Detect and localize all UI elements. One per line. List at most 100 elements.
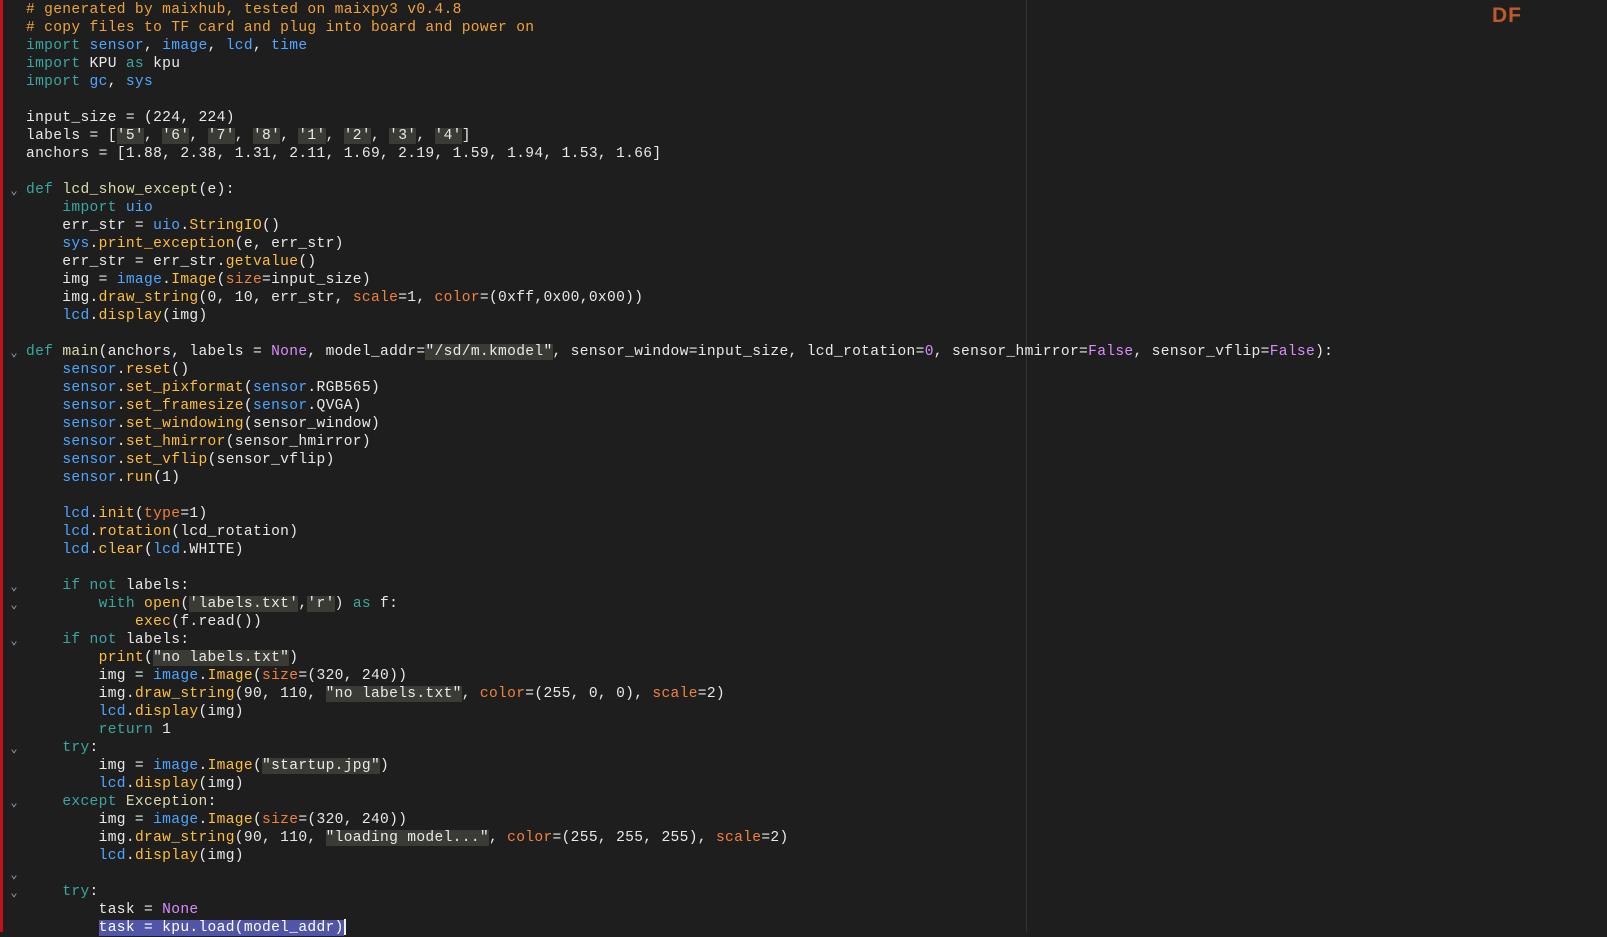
code-line[interactable]: input_size = (224, 224): [26, 109, 1333, 127]
code-line[interactable]: # copy files to TF card and plug into bo…: [26, 19, 1333, 37]
fold-toggle-icon[interactable]: ⌄: [7, 595, 21, 613]
fold-toggle-icon[interactable]: ⌄: [7, 181, 21, 199]
code-line[interactable]: import uio: [26, 199, 1333, 217]
code-line[interactable]: lcd.display(img): [26, 847, 1333, 865]
code-line[interactable]: lcd.clear(lcd.WHITE): [26, 541, 1333, 559]
code-line[interactable]: sensor.set_framesize(sensor.QVGA): [26, 397, 1333, 415]
code-token: StringIO: [189, 218, 263, 234]
code-line[interactable]: sys.print_exception(e, err_str): [26, 235, 1333, 253]
code-line[interactable]: lcd.rotation(lcd_rotation): [26, 523, 1333, 541]
code-line[interactable]: img.draw_string(90, 110, "no labels.txt"…: [26, 685, 1333, 703]
code-token: sys: [125, 74, 154, 90]
code-line[interactable]: sensor.reset(): [26, 361, 1333, 379]
code-line[interactable]: [26, 865, 1333, 883]
code-line[interactable]: img.draw_string(90, 110, "loading model.…: [26, 829, 1333, 847]
code-line[interactable]: [26, 487, 1333, 505]
fold-toggle-icon[interactable]: ⌄: [7, 631, 21, 649]
code-token: (90, 110,: [234, 686, 326, 702]
code-token: (: [243, 398, 253, 414]
code-line[interactable]: import gc, sys: [26, 73, 1333, 91]
code-line[interactable]: sensor.run(1): [26, 469, 1333, 487]
code-token: draw_string: [98, 290, 199, 306]
code-line[interactable]: try:: [26, 883, 1333, 901]
code-line[interactable]: try:: [26, 739, 1333, 757]
code-line[interactable]: if not labels:: [26, 577, 1333, 595]
code-line[interactable]: import KPU as kpu: [26, 55, 1333, 73]
fold-toggle-icon[interactable]: ⌄: [7, 739, 21, 757]
code-line[interactable]: [26, 559, 1333, 577]
code-area[interactable]: # generated by maixhub, tested on maixpy…: [26, 0, 1333, 937]
code-line[interactable]: img = image.Image(size=(320, 240)): [26, 811, 1333, 829]
code-line[interactable]: print("no labels.txt"): [26, 649, 1333, 667]
code-line[interactable]: [26, 163, 1333, 181]
fold-toggle-icon[interactable]: ⌄: [7, 577, 21, 595]
code-token: if: [62, 632, 81, 648]
code-line[interactable]: lcd.display(img): [26, 307, 1333, 325]
code-token: :: [89, 740, 99, 756]
code-line[interactable]: img = image.Image(size=input_size): [26, 271, 1333, 289]
code-line[interactable]: import sensor, image, lcd, time: [26, 37, 1333, 55]
code-line[interactable]: err_str = uio.StringIO(): [26, 217, 1333, 235]
code-token: =1,: [398, 290, 435, 306]
code-line[interactable]: img.draw_string(0, 10, err_str, scale=1,…: [26, 289, 1333, 307]
code-line[interactable]: except Exception:: [26, 793, 1333, 811]
code-line[interactable]: sensor.set_windowing(sensor_window): [26, 415, 1333, 433]
code-line[interactable]: anchors = [1.88, 2.38, 1.31, 2.11, 1.69,…: [26, 145, 1333, 163]
code-token: None: [271, 344, 308, 360]
fold-toggle-icon[interactable]: ⌄: [7, 793, 21, 811]
code-line[interactable]: def lcd_show_except(e):: [26, 181, 1333, 199]
code-line[interactable]: lcd.display(img): [26, 775, 1333, 793]
code-token: if: [62, 578, 81, 594]
code-token: ): [380, 758, 390, 774]
code-line[interactable]: sensor.set_hmirror(sensor_hmirror): [26, 433, 1333, 451]
gutter: ⌄ ⌄ ⌄ ⌄ ⌄ ⌄ ⌄ ⌄ ⌄: [3, 0, 23, 932]
code-line[interactable]: def main(anchors, labels = None, model_a…: [26, 343, 1333, 361]
code-token: ,: [189, 128, 208, 144]
code-line[interactable]: img = image.Image("startup.jpg"): [26, 757, 1333, 775]
code-line[interactable]: # generated by maixhub, tested on maixpy…: [26, 1, 1333, 19]
code-token: run: [125, 470, 154, 486]
code-line[interactable]: labels = ['5', '6', '7', '8', '1', '2', …: [26, 127, 1333, 145]
code-line[interactable]: err_str = err_str.getvalue(): [26, 253, 1333, 271]
code-line[interactable]: task = kpu.load(model_addr): [26, 919, 1333, 937]
code-line[interactable]: img = image.Image(size=(320, 240)): [26, 667, 1333, 685]
code-token: Image: [207, 668, 253, 684]
code-line[interactable]: if not labels:: [26, 631, 1333, 649]
code-token: img =: [26, 272, 117, 288]
code-line[interactable]: with open('labels.txt','r') as f:: [26, 595, 1333, 613]
code-line[interactable]: sensor.set_pixformat(sensor.RGB565): [26, 379, 1333, 397]
code-line[interactable]: [26, 91, 1333, 109]
code-line[interactable]: return 1: [26, 721, 1333, 739]
code-line[interactable]: task = None: [26, 901, 1333, 919]
code-token: lcd: [225, 38, 253, 54]
fold-toggle-icon[interactable]: ⌄: [7, 865, 21, 883]
code-line[interactable]: lcd.display(img): [26, 703, 1333, 721]
code-line[interactable]: sensor.set_vflip(sensor_vflip): [26, 451, 1333, 469]
code-token: "startup.jpg": [262, 758, 381, 774]
fold-toggle-icon[interactable]: ⌄: [7, 343, 21, 361]
code-token: "no labels.txt": [153, 650, 290, 666]
code-token: .: [198, 758, 208, 774]
fold-toggle-icon[interactable]: ⌄: [7, 883, 21, 901]
code-token: '3': [389, 128, 417, 144]
code-token: =2): [761, 830, 789, 846]
code-token: (): [171, 362, 190, 378]
code-token: Exception: [125, 794, 208, 810]
code-token: color: [507, 830, 553, 846]
code-line[interactable]: [26, 325, 1333, 343]
code-token: draw_string: [134, 830, 235, 846]
code-token: # generated by maixhub, tested on maixpy…: [26, 2, 462, 18]
code-editor[interactable]: ⌄ ⌄ ⌄ ⌄ ⌄ ⌄ ⌄ ⌄ ⌄ # generated by maixhub, tested…: [0, 0, 1607, 936]
code-token: Image: [207, 812, 253, 828]
code-token: .: [116, 380, 126, 396]
code-line[interactable]: exec(f.read()): [26, 613, 1333, 631]
code-token: , sensor_hmirror=: [933, 344, 1089, 360]
code-line[interactable]: lcd.init(type=1): [26, 505, 1333, 523]
code-token: lcd: [62, 308, 90, 324]
code-token: ):: [1315, 344, 1334, 360]
